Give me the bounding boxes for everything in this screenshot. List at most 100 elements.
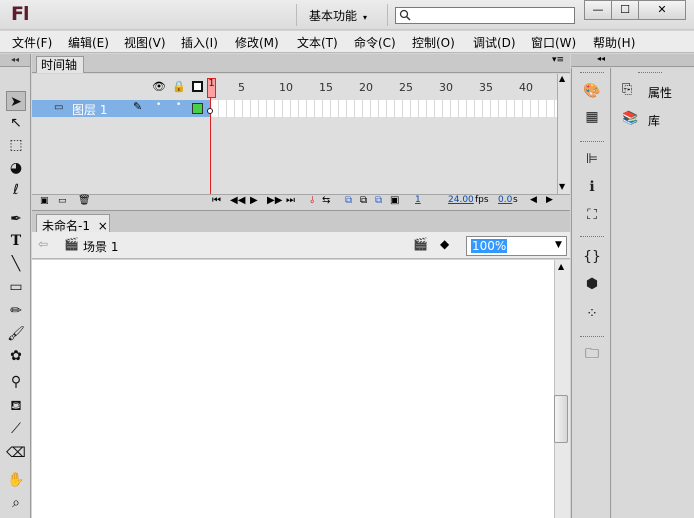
- chevron-down-icon[interactable]: ▼: [555, 240, 562, 250]
- menu-window[interactable]: 窗口(W): [531, 34, 576, 51]
- align-icon[interactable]: ⊫: [582, 149, 602, 169]
- grip[interactable]: [638, 72, 662, 75]
- paint-bucket-tool-icon[interactable]: ⛾: [6, 396, 26, 416]
- layer-row[interactable]: ▭ 图层 1 ✎ • •: [32, 100, 210, 117]
- scroll-right-icon[interactable]: ▶: [546, 195, 553, 205]
- back-arrow-icon[interactable]: ⇦: [38, 237, 48, 251]
- playhead-marker[interactable]: 1: [207, 78, 216, 98]
- collapse-icon[interactable]: ◂◂: [597, 54, 605, 63]
- tab-timeline[interactable]: 时间轴: [36, 56, 84, 73]
- loop-icon[interactable]: ⇆: [322, 195, 330, 206]
- panel-menu-icon[interactable]: ▾≡: [552, 55, 564, 65]
- pen-tool-icon[interactable]: ✒: [6, 209, 26, 229]
- menu-control[interactable]: 控制(O): [412, 34, 455, 51]
- center-frame-icon[interactable]: ⫰: [310, 195, 314, 206]
- deco-tool-icon[interactable]: ✿: [6, 346, 26, 366]
- scroll-left-icon[interactable]: ◀: [530, 195, 537, 205]
- swatches-icon[interactable]: ▦: [582, 107, 602, 127]
- prev-frame-icon[interactable]: ◀◀: [230, 195, 245, 206]
- stage-canvas[interactable]: [32, 260, 554, 518]
- lock-dot-icon[interactable]: •: [176, 100, 181, 110]
- stage-scrollbar[interactable]: ▲: [554, 260, 570, 518]
- project-icon[interactable]: 🗀: [582, 344, 602, 364]
- grip[interactable]: [580, 141, 604, 144]
- first-frame-icon[interactable]: ⏮: [212, 195, 221, 206]
- workspace-switcher[interactable]: 基本功能 ▾: [296, 4, 388, 26]
- menu-insert[interactable]: 插入(I): [181, 34, 218, 51]
- onion-markers-icon[interactable]: ▣: [390, 195, 399, 206]
- scroll-down-icon[interactable]: ▼: [559, 182, 565, 191]
- right-panel-grip[interactable]: ◂◂: [571, 54, 694, 67]
- properties-icon[interactable]: ⎘: [622, 82, 632, 97]
- current-frame[interactable]: 1: [415, 195, 421, 205]
- library-item[interactable]: 库: [648, 112, 660, 129]
- last-frame-icon[interactable]: ⏭: [286, 195, 295, 206]
- subselection-tool-icon[interactable]: ↖: [6, 113, 26, 133]
- grip[interactable]: [580, 236, 604, 239]
- selection-tool-icon[interactable]: ➤: [6, 91, 26, 111]
- layer-name[interactable]: 图层 1: [72, 101, 107, 118]
- new-layer-icon[interactable]: ▣: [40, 196, 49, 206]
- menu-file[interactable]: 文件(F): [12, 34, 52, 51]
- visibility-dot-icon[interactable]: •: [156, 100, 161, 110]
- properties-item[interactable]: 属性: [648, 84, 672, 101]
- menu-debug[interactable]: 调试(D): [473, 34, 516, 51]
- actions-icon[interactable]: {}: [582, 247, 602, 267]
- scroll-up-icon[interactable]: ▲: [558, 262, 564, 271]
- free-transform-tool-icon[interactable]: ⬚: [6, 135, 26, 155]
- hand-tool-icon[interactable]: ✋: [6, 470, 26, 490]
- grip[interactable]: [580, 72, 604, 75]
- frame-rate[interactable]: 24.00: [448, 195, 474, 205]
- line-tool-icon[interactable]: ╲: [6, 254, 26, 274]
- components-icon[interactable]: ⬢: [582, 274, 602, 294]
- scroll-up-icon[interactable]: ▲: [559, 74, 565, 83]
- minimize-button[interactable]: —: [584, 0, 612, 20]
- pencil-tool-icon[interactable]: ✏: [6, 301, 26, 321]
- outline-icon[interactable]: [192, 81, 203, 92]
- edit-scene-icon[interactable]: 🎬: [413, 237, 428, 251]
- brush-tool-icon[interactable]: 🖌: [6, 324, 26, 344]
- search-input[interactable]: [395, 7, 575, 24]
- elapsed-time[interactable]: 0.0: [498, 195, 512, 205]
- layer-color-icon[interactable]: [192, 103, 203, 114]
- scene-label[interactable]: 场景 1: [83, 238, 118, 255]
- onion-skin-icon[interactable]: ⧉: [345, 195, 352, 206]
- transform-icon[interactable]: ⛶: [582, 205, 602, 225]
- motion-presets-icon[interactable]: ⁘: [582, 304, 602, 324]
- menu-edit[interactable]: 编辑(E): [68, 34, 109, 51]
- color-palette-icon[interactable]: 🎨: [582, 81, 602, 101]
- tab-document[interactable]: 未命名-1 ×: [36, 214, 110, 233]
- lasso-tool-icon[interactable]: ℓ: [6, 180, 26, 200]
- menu-view[interactable]: 视图(V): [124, 34, 166, 51]
- bone-tool-icon[interactable]: ⚲: [6, 372, 26, 392]
- edit-symbol-icon[interactable]: ◆: [440, 237, 449, 251]
- text-tool-icon[interactable]: T: [6, 231, 26, 251]
- close-tab-icon[interactable]: ×: [98, 219, 108, 233]
- next-frame-icon[interactable]: ▶▶: [267, 195, 282, 206]
- maximize-button[interactable]: ☐: [611, 0, 639, 20]
- menu-text[interactable]: 文本(T): [297, 34, 338, 51]
- zoom-tool-icon[interactable]: ⌕: [6, 493, 26, 513]
- tools-panel-grip[interactable]: ◂◂: [0, 54, 30, 67]
- eye-icon[interactable]: 👁: [152, 80, 166, 93]
- onion-outline-icon[interactable]: ⧉: [360, 195, 367, 206]
- new-folder-icon[interactable]: ▭: [58, 196, 67, 206]
- eyedropper-tool-icon[interactable]: ⟋: [6, 419, 26, 439]
- rectangle-tool-icon[interactable]: ▭: [6, 277, 26, 297]
- play-icon[interactable]: ▶: [250, 195, 258, 206]
- close-button[interactable]: ✕: [638, 0, 686, 20]
- 3d-rotation-tool-icon[interactable]: ◕: [6, 158, 26, 178]
- eraser-tool-icon[interactable]: ⌫: [6, 443, 26, 463]
- grip[interactable]: [580, 336, 604, 339]
- menu-commands[interactable]: 命令(C): [354, 34, 396, 51]
- library-icon[interactable]: 📚: [622, 111, 638, 126]
- timeline-scrollbar[interactable]: ▲ ▼: [557, 74, 570, 194]
- frames-grid[interactable]: [211, 100, 557, 117]
- info-icon[interactable]: ℹ: [582, 177, 602, 197]
- lock-icon[interactable]: 🔒: [172, 80, 186, 93]
- edit-multiple-icon[interactable]: ⧉: [375, 195, 382, 206]
- zoom-select[interactable]: 100% ▼: [466, 236, 567, 256]
- menu-modify[interactable]: 修改(M): [235, 34, 279, 51]
- menu-help[interactable]: 帮助(H): [593, 34, 635, 51]
- scroll-thumb[interactable]: [554, 395, 568, 443]
